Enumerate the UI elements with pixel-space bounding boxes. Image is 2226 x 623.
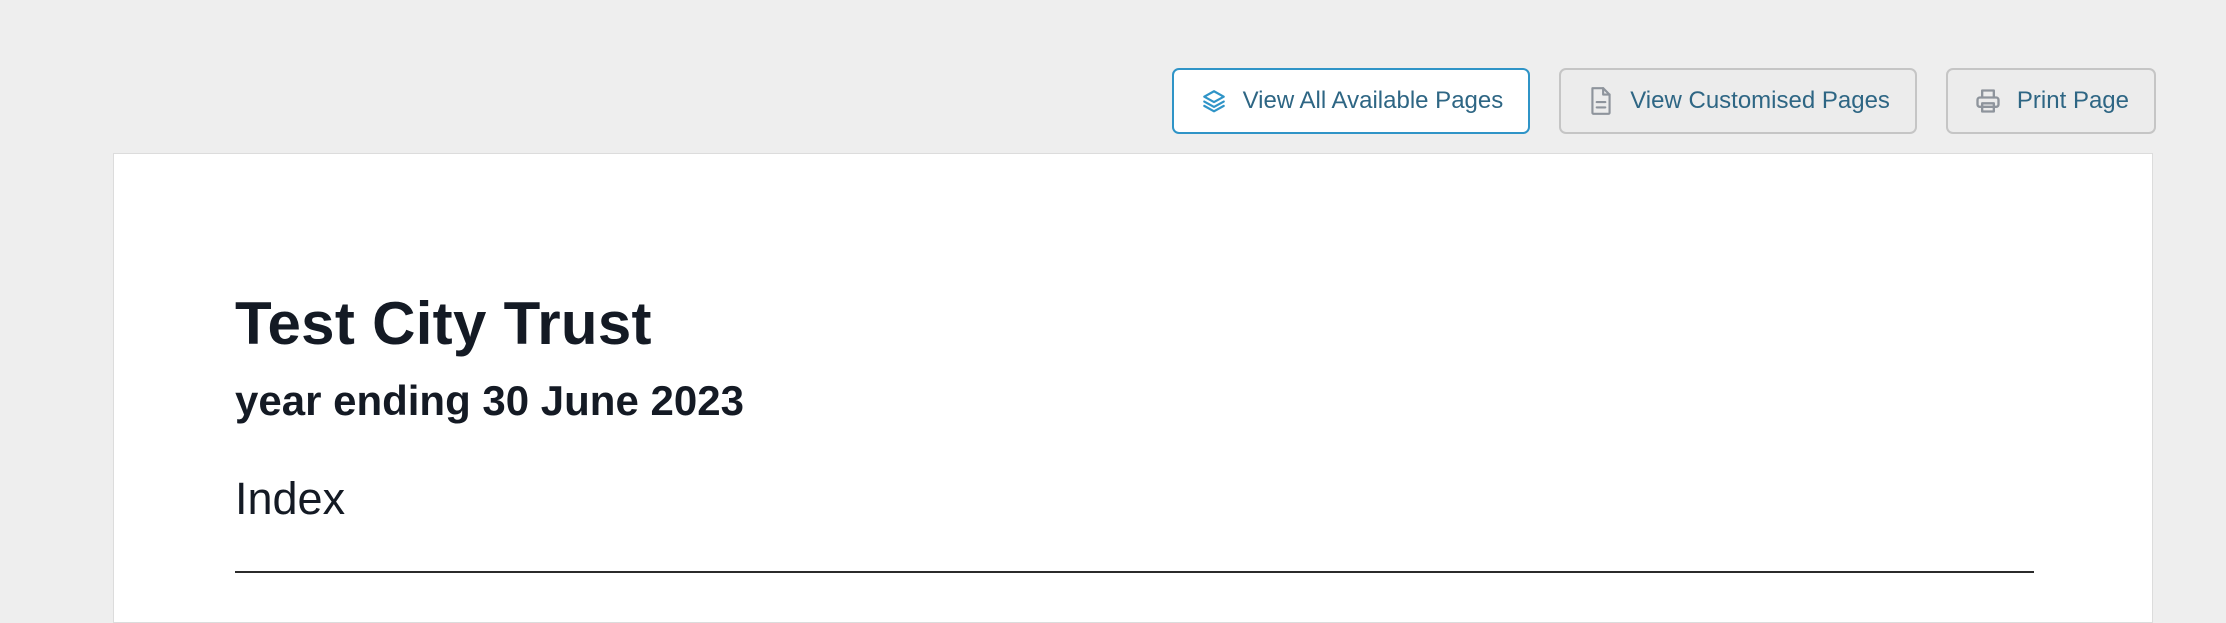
organisation-title: Test City Trust <box>235 290 652 357</box>
section-title-index: Index <box>235 473 346 524</box>
print-page-button[interactable]: Print Page <box>1945 68 2156 134</box>
layers-icon <box>1199 86 1229 116</box>
printer-icon <box>1973 86 2003 116</box>
view-customised-pages-button[interactable]: View Customised Pages <box>1559 68 1917 134</box>
view-all-available-pages-label: View All Available Pages <box>1242 87 1504 114</box>
section-divider <box>235 571 2034 573</box>
document-icon <box>1586 86 1616 116</box>
reporting-period: year ending 30 June 2023 <box>235 377 744 424</box>
print-page-label: Print Page <box>2016 87 2129 114</box>
view-all-available-pages-button[interactable]: View All Available Pages <box>1171 68 1531 134</box>
document-sheet: Test City Trust year ending 30 June 2023… <box>113 153 2153 623</box>
page-toolbar: View All Available Pages View Customised… <box>1171 68 2156 134</box>
view-customised-pages-label: View Customised Pages <box>1630 87 1890 114</box>
